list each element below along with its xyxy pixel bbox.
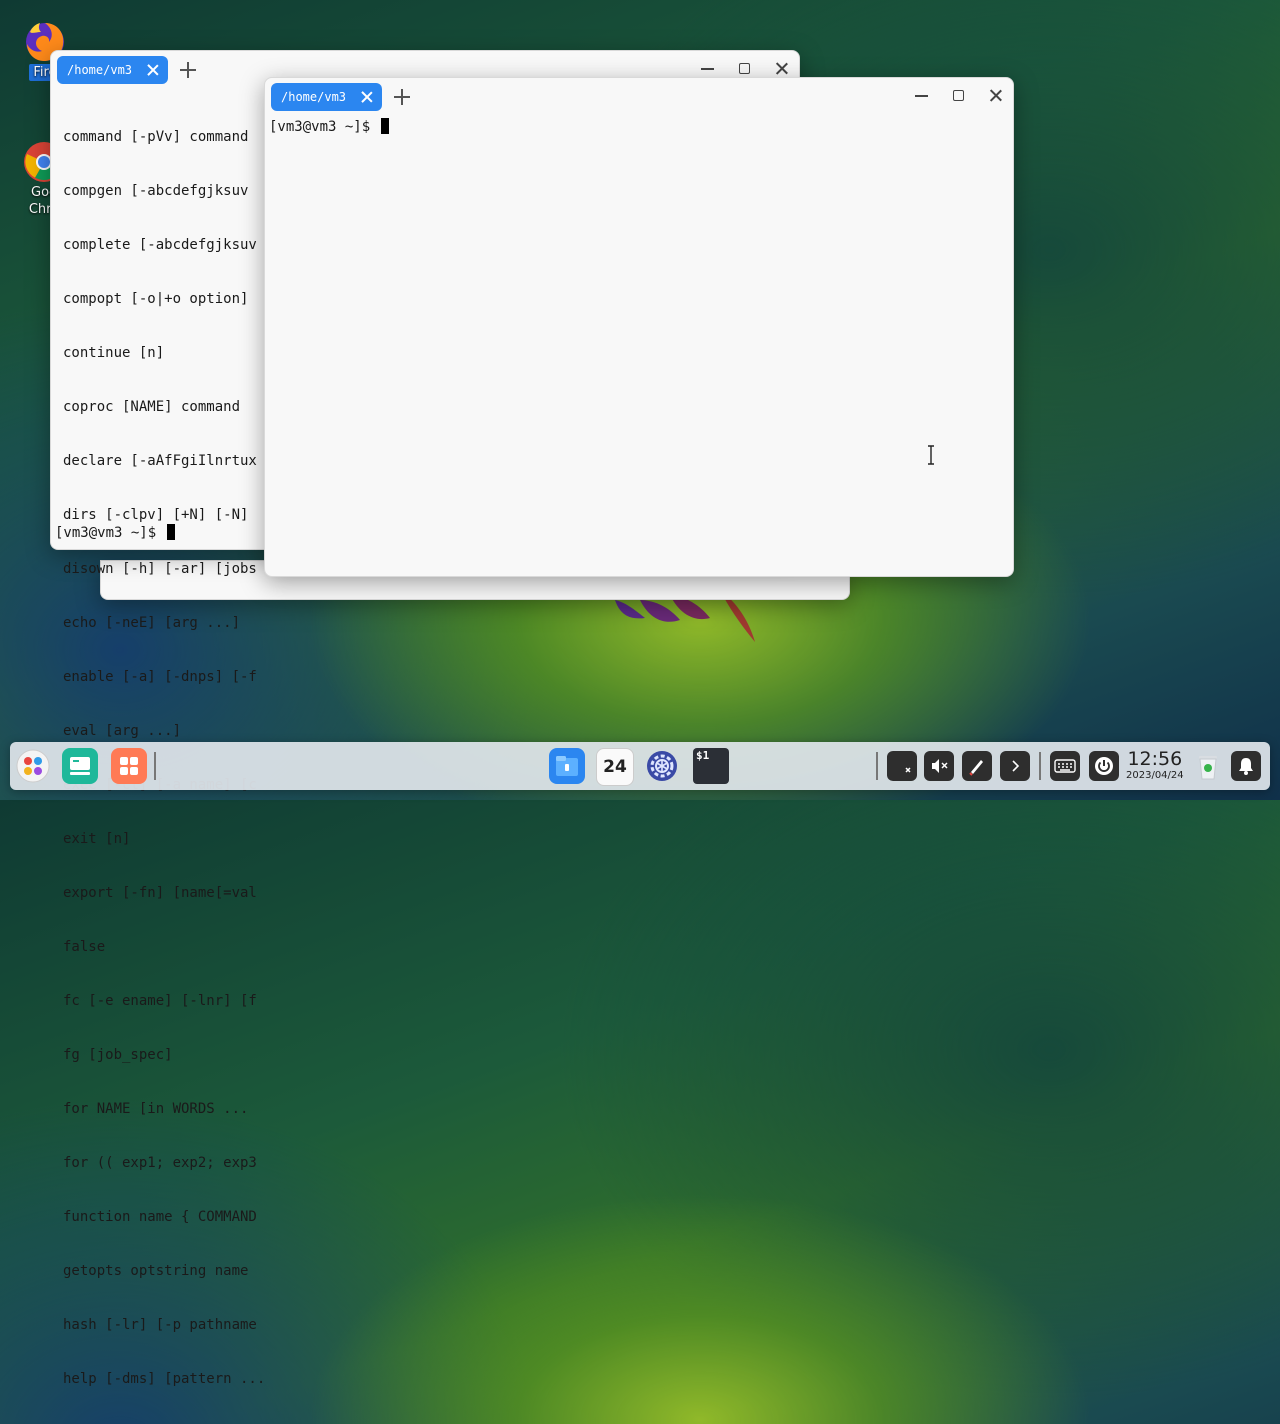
terminal-tab[interactable]: /home/vm3 xyxy=(271,83,383,111)
app-grid-icon xyxy=(120,757,138,775)
calendar-day: 24 xyxy=(603,757,627,777)
terminal-line: fg [job_spec] xyxy=(63,1047,173,1063)
text-ibeam-cursor-icon xyxy=(928,445,934,465)
calendar-button[interactable]: 24 xyxy=(596,748,634,786)
bell-icon xyxy=(1239,758,1253,775)
terminal-line: fc [-e ename] [-lnr] [f xyxy=(63,993,257,1009)
trash-icon xyxy=(1199,756,1217,780)
close-icon[interactable] xyxy=(988,88,1003,103)
terminal-app-button[interactable]: $1 xyxy=(693,748,729,784)
launcher-button[interactable] xyxy=(15,748,51,784)
new-tab-icon[interactable] xyxy=(394,89,411,105)
terminal-line: complete [-abcdefgjksuv xyxy=(63,237,257,253)
window-titlebar[interactable]: /home/vm3 xyxy=(265,78,1013,116)
terminal-prompt-line[interactable]: [vm3@vm3 ~]$ xyxy=(55,524,175,542)
tab-close-icon[interactable] xyxy=(146,63,160,77)
tray-notification-close[interactable] xyxy=(887,751,917,781)
gear-icon xyxy=(647,751,677,781)
folder-icon xyxy=(556,756,578,776)
maximize-icon[interactable] xyxy=(951,88,966,103)
terminal-line: disown [-h] [-ar] [jobs xyxy=(63,561,257,577)
taskbar-clock[interactable]: 12:56 2023/04/24 xyxy=(1126,748,1184,782)
settings-button[interactable] xyxy=(644,748,680,784)
minimize-icon[interactable] xyxy=(700,61,715,76)
terminal-line: coproc [NAME] command xyxy=(63,399,241,415)
tray-screenshot-button[interactable] xyxy=(962,751,992,781)
close-icon[interactable] xyxy=(774,61,789,76)
terminal-line: for (( exp1; exp2; exp3 xyxy=(63,1155,257,1171)
tray-volume-button[interactable] xyxy=(924,751,954,781)
terminal-line: echo [-neE] [arg ...] xyxy=(63,615,241,631)
multitask-view-button[interactable] xyxy=(62,748,98,784)
terminal-line: for NAME [in WORDS ... xyxy=(63,1101,249,1117)
terminal-line: export [-fn] [name[=val xyxy=(63,885,257,901)
tab-title: /home/vm3 xyxy=(281,90,347,104)
terminal-prompt-line[interactable]: [vm3@vm3 ~]$ xyxy=(269,118,389,136)
terminal-icon: $1 xyxy=(696,749,710,762)
clock-time: 12:56 xyxy=(1127,748,1183,770)
terminal-line: enable [-a] [-dnps] [-f xyxy=(63,669,257,685)
shell-prompt: [vm3@vm3 ~]$ xyxy=(55,525,165,541)
volume-muted-icon xyxy=(932,759,948,773)
terminal-line: dirs [-clpv] [+N] [-N] xyxy=(63,507,249,523)
tray-keyboard-button[interactable] xyxy=(1050,751,1080,781)
file-manager-button[interactable] xyxy=(549,748,585,784)
minimize-icon[interactable] xyxy=(914,88,929,103)
terminal-line: eval [arg ...] xyxy=(63,723,182,739)
keyboard-icon xyxy=(1054,759,1076,773)
taskbar-separator xyxy=(1039,752,1041,780)
pen-icon xyxy=(969,760,983,776)
close-small-icon xyxy=(905,767,911,773)
maximize-icon[interactable] xyxy=(737,61,752,76)
tray-power-button[interactable] xyxy=(1089,751,1119,781)
terminal-line: exit [n] xyxy=(63,831,131,847)
shell-prompt: [vm3@vm3 ~]$ xyxy=(269,119,379,135)
tray-expand-button[interactable] xyxy=(1000,751,1030,781)
text-cursor xyxy=(380,118,389,134)
window-controls xyxy=(700,61,789,76)
text-cursor xyxy=(166,524,175,540)
terminal-line: false xyxy=(63,939,106,955)
clock-date: 2023/04/24 xyxy=(1126,770,1184,781)
tab-close-icon[interactable] xyxy=(360,90,374,104)
new-tab-icon[interactable] xyxy=(180,62,197,78)
tab-title: /home/vm3 xyxy=(67,63,133,77)
trash-button[interactable] xyxy=(1190,748,1226,784)
chevron-right-icon xyxy=(1012,760,1020,772)
multitask-icon xyxy=(70,757,90,775)
taskbar: 24 $1 12:56 2023/04/24 xyxy=(10,742,1270,790)
terminal-line: function name { COMMAND xyxy=(63,1209,257,1225)
terminal-line: getopts optstring name xyxy=(63,1263,249,1279)
app-store-button[interactable] xyxy=(111,748,147,784)
tray-notifications-button[interactable] xyxy=(1231,751,1261,781)
terminal-line: compgen [-abcdefgjksuv xyxy=(63,183,249,199)
terminal-line: declare [-aAfFgiIlnrtux xyxy=(63,453,257,469)
terminal-tab[interactable]: /home/vm3 xyxy=(57,56,169,84)
window-controls xyxy=(914,88,1003,103)
terminal-line: continue [n] xyxy=(63,345,165,361)
taskbar-separator xyxy=(876,752,878,780)
terminal-line: compopt [-o|+o option] xyxy=(63,291,249,307)
terminal-line: command [-pVv] command xyxy=(63,129,249,145)
launcher-icon xyxy=(16,749,50,783)
power-icon xyxy=(1095,757,1113,775)
terminal-window-front[interactable]: /home/vm3 [vm3@vm3 ~]$ xyxy=(264,77,1014,577)
terminal-line: help [-dms] [pattern ... xyxy=(63,1371,265,1387)
terminal-line: hash [-lr] [-p pathname xyxy=(63,1317,257,1333)
taskbar-separator xyxy=(154,752,156,780)
